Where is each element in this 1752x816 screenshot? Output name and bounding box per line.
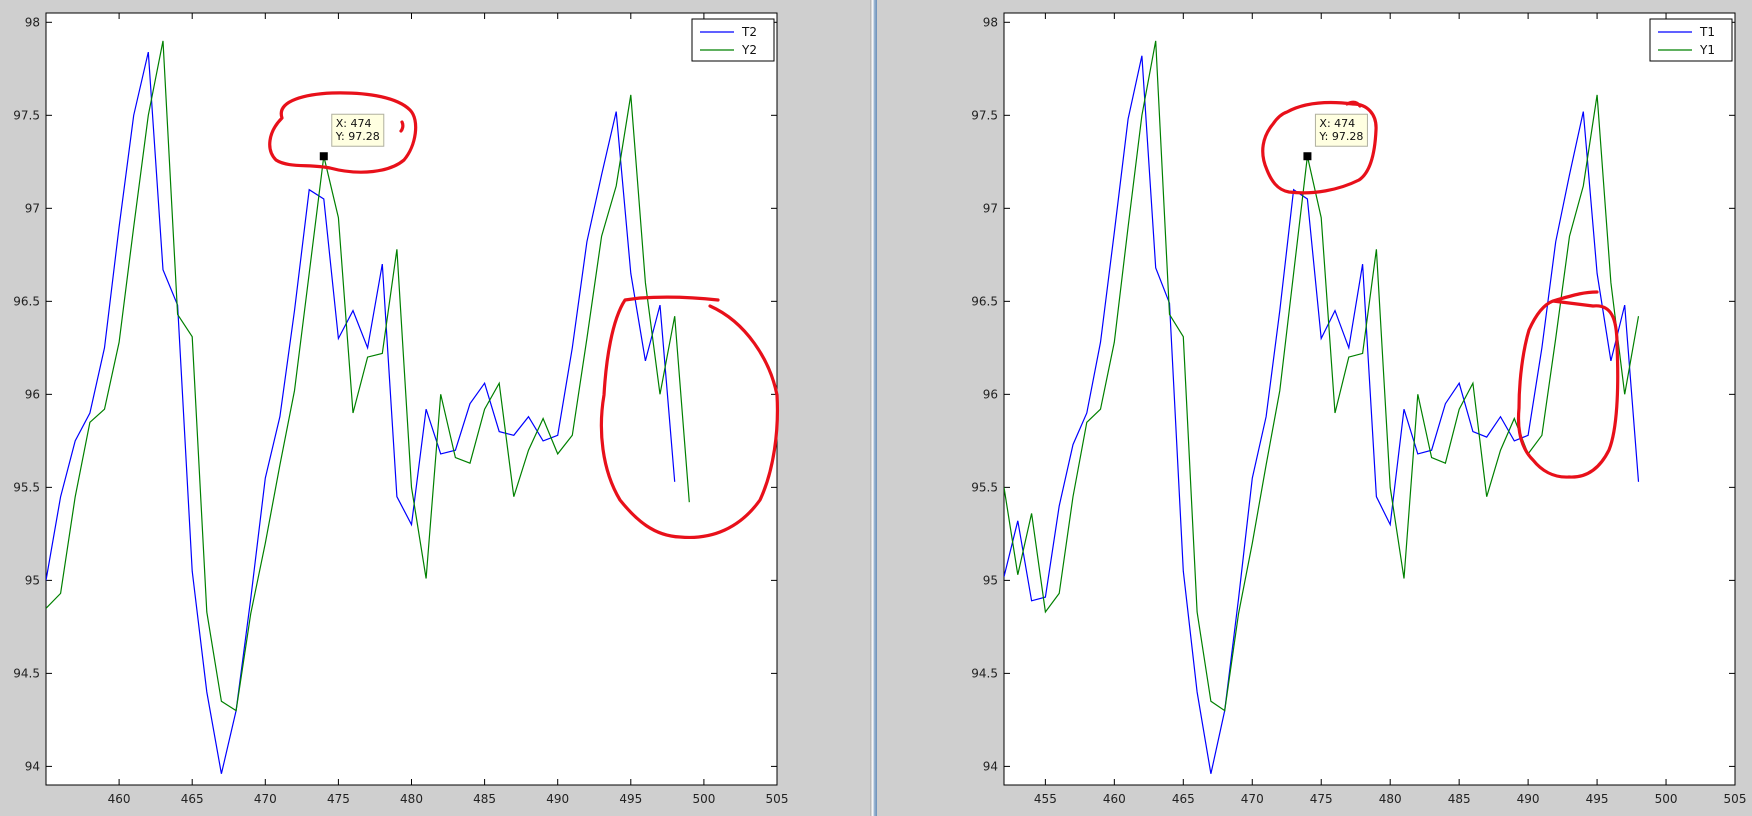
x-tick-label: 475 [1310,792,1333,806]
x-tick-label: 470 [254,792,277,806]
x-tick-label: 475 [327,792,350,806]
y-tick-label: 97.5 [13,108,40,122]
y-tick-label: 96.5 [971,294,998,308]
legend[interactable] [691,18,775,62]
x-tick-label: 480 [1379,792,1402,806]
x-tick-label: 490 [546,792,569,806]
x-tick-label: 480 [400,792,423,806]
x-tick-label: 460 [1103,792,1126,806]
x-tick-label: 465 [181,792,204,806]
datatip-marker[interactable] [319,152,328,161]
y-tick-label: 98 [983,15,998,29]
x-tick-label: 500 [1655,792,1678,806]
x-tick-label: 470 [1241,792,1264,806]
y-tick-label: 94.5 [13,666,40,680]
plot-area[interactable] [1003,12,1736,786]
legend-label: T1 [1699,25,1715,39]
datatip-x-text: X: 474 [336,117,372,130]
legend-label: Y1 [1699,43,1715,57]
x-tick-label: 465 [1172,792,1195,806]
legend[interactable] [1649,18,1733,62]
x-tick-label: 485 [473,792,496,806]
datatip-y-text: Y: 97.28 [335,130,380,143]
chart-right[interactable]: 455 460 465 470 475 480 485 490 495 500 505 94 94.5 9… [877,0,1752,816]
datatip-x-text: X: 474 [1319,117,1355,130]
x-tick-label: 500 [692,792,715,806]
datatip-y-text: Y: 97.28 [1318,130,1363,143]
y-tick-label: 97 [983,201,998,215]
y-tick-label: 97 [25,201,40,215]
y-tick-label: 97.5 [971,108,998,122]
y-tick-label: 94.5 [971,666,998,680]
x-tick-label: 490 [1517,792,1540,806]
figure-right: 455 460 465 470 475 480 485 490 495 500 505 94 94.5 9… [877,0,1752,816]
y-tick-label: 95.5 [13,480,40,494]
y-tick-label: 98 [25,15,40,29]
x-tick-label: 455 [1034,792,1057,806]
datatip-marker[interactable] [1303,152,1312,161]
x-tick-label: 505 [766,792,789,806]
x-tick-label: 485 [1448,792,1471,806]
x-tick-label: 495 [619,792,642,806]
chart-left[interactable]: 460 465 470 475 480 485 490 495 500 505 94 94.5 95 95… [0,0,870,816]
x-tick-label: 495 [1586,792,1609,806]
y-tick-label: 96 [983,387,998,401]
legend-label: Y2 [741,43,757,57]
y-tick-label: 94 [25,759,40,773]
x-tick-label: 505 [1724,792,1747,806]
x-tick-label: 460 [108,792,131,806]
y-tick-label: 94 [983,759,998,773]
window-divider[interactable] [870,0,877,816]
legend-label: T2 [741,25,757,39]
y-tick-label: 96.5 [13,294,40,308]
y-tick-label: 95.5 [971,480,998,494]
y-tick-label: 96 [25,387,40,401]
y-tick-label: 95 [25,573,40,587]
figure-left: 460 465 470 475 480 485 490 495 500 505 94 94.5 95 95… [0,0,870,816]
y-tick-label: 95 [983,573,998,587]
